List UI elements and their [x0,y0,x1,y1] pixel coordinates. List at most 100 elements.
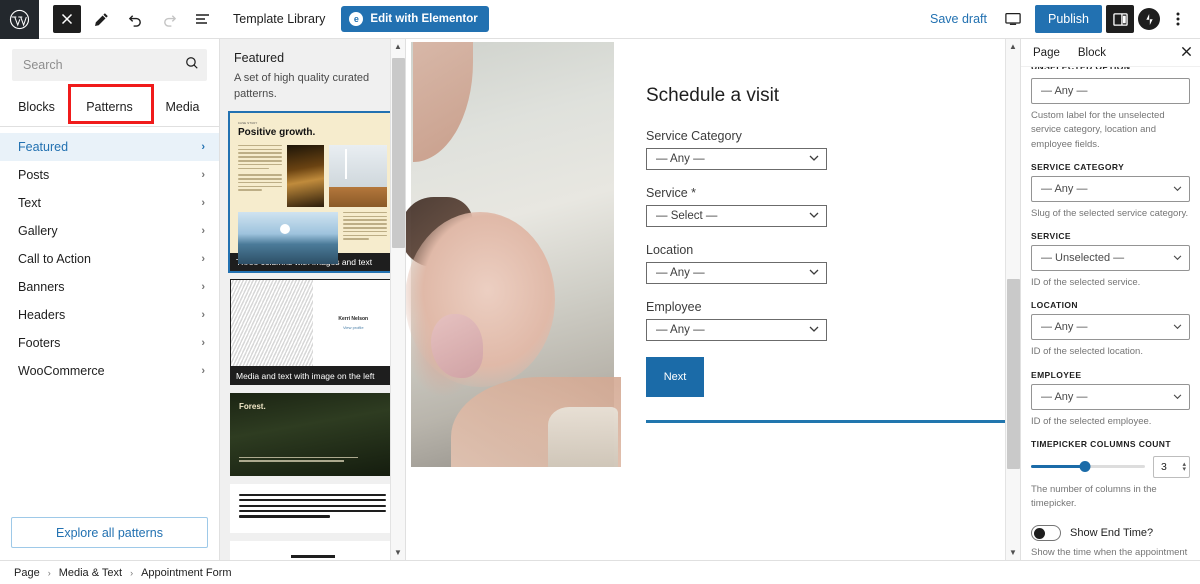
appointment-form-column: Schedule a visit Service Category — Any … [614,39,1014,560]
category-item-headers[interactable]: Headers › [0,301,219,329]
category-item-gallery[interactable]: Gallery › [0,217,219,245]
employee-label: EMPLOYEE [1031,369,1082,380]
show-end-time-label: Show End Time? [1070,527,1154,540]
next-button[interactable]: Next [646,357,704,397]
select-value: — Any — [656,153,705,165]
inserter-tabs: Blocks Patterns Media [0,84,219,127]
pen-edit-icon[interactable] [87,5,115,33]
category-label: Gallery [18,224,58,238]
pattern-category-title: Featured [234,51,285,65]
service-category-select[interactable]: — Any — [646,148,827,170]
pattern-thumbnail: CASE STUDY Positive growth. [230,112,395,264]
select-value: — Any — [656,324,705,336]
timepicker-columns-slider[interactable] [1031,460,1145,474]
breadcrumb-separator: › [130,567,134,578]
scrollbar-thumb[interactable] [391,58,405,248]
save-draft-button[interactable]: Save draft [922,12,995,26]
category-label: Footers [18,336,61,350]
field-service: Service * — Select — [646,186,1014,227]
category-item-footers[interactable]: Footers › [0,329,219,357]
undo-icon[interactable] [121,5,149,33]
category-item-featured[interactable]: Featured › [0,133,219,161]
search-icon[interactable] [185,56,199,75]
timepicker-columns-stepper[interactable]: 3 ▴ ▾ [1153,455,1190,478]
employee-select[interactable]: — Any — [646,319,827,341]
media-column[interactable] [406,39,621,560]
chevron-down-icon [1173,391,1182,403]
tab-blocks[interactable]: Blocks [0,89,73,126]
category-label: Banners [18,280,65,294]
search-input[interactable] [23,58,185,72]
category-item-banners[interactable]: Banners › [0,273,219,301]
show-end-time-toggle[interactable] [1031,525,1061,542]
category-label: WooCommerce [18,364,105,378]
template-library-button[interactable]: Template Library [233,12,325,26]
more-options-icon[interactable] [1164,5,1192,33]
scrollbar-track[interactable] [1006,54,1021,545]
pattern-card-studio-text[interactable] [230,483,395,533]
list-view-icon[interactable] [189,5,217,33]
canvas-scrollbar[interactable]: ▲ ▼ [1005,39,1020,560]
explore-all-patterns-button[interactable]: Explore all patterns [11,517,208,548]
service-category-select[interactable]: — Any — [1031,175,1190,202]
tab-patterns[interactable]: Patterns [73,89,146,126]
required-marker: * [691,186,697,200]
treatment-photo[interactable] [406,42,621,467]
editor-body: Blocks Patterns Media Featured › Posts ›… [0,39,1200,560]
jetpack-icon[interactable] [1138,8,1160,30]
show-end-time-control[interactable]: Show End Time? [1031,525,1190,542]
breadcrumb-item-media-text[interactable]: Media & Text [59,567,122,579]
category-label: Headers [18,308,66,322]
form-heading[interactable]: Schedule a visit [646,85,1014,107]
breadcrumb-item-appointment-form[interactable]: Appointment Form [141,567,231,579]
pattern-pattern-image [231,279,313,366]
chevron-right-icon: › [201,141,205,153]
employee-select[interactable]: — Any — [1031,383,1190,410]
pattern-category-list: Featured › Posts › Text › Gallery › Call… [0,127,219,507]
service-select[interactable]: — Select — [646,205,827,227]
spinner-arrows-icon[interactable]: ▴ ▾ [1182,461,1186,473]
publish-button[interactable]: Publish [1035,5,1102,33]
location-select[interactable]: — Any — [646,262,827,284]
tab-media[interactable]: Media [146,89,219,126]
scrollbar-thumb[interactable] [1006,279,1020,469]
scrollbar-track[interactable] [391,54,406,545]
photo-towel [548,407,618,467]
chevron-up-icon[interactable]: ▲ [391,39,406,54]
preview-monitor-icon[interactable] [999,5,1027,33]
pattern-panel-scrollbar[interactable]: ▲ ▼ [390,39,405,560]
close-icon[interactable] [53,5,81,33]
category-item-call-to-action[interactable]: Call to Action › [0,245,219,273]
service-select[interactable]: — Unselected — [1031,245,1190,271]
chevron-down-icon [1173,321,1182,333]
pattern-card-forest[interactable]: Forest. [230,392,395,476]
close-icon[interactable] [1181,45,1192,60]
pattern-card-author[interactable] [230,540,395,560]
chevron-up-icon[interactable]: ▲ [1006,39,1021,54]
wordpress-logo-icon[interactable] [0,0,39,39]
editor-canvas: Schedule a visit Service Category — Any … [406,39,1014,560]
select-value: — Any — [1041,390,1088,403]
chevron-down-icon[interactable]: ▼ [391,545,406,560]
tab-page[interactable]: Page [1033,47,1060,59]
chevron-down-icon [809,153,819,165]
edit-with-elementor-button[interactable]: e Edit with Elementor [341,6,489,32]
slider-knob[interactable] [1079,461,1091,473]
category-item-text[interactable]: Text › [0,189,219,217]
settings-sidebar-icon[interactable] [1106,5,1134,33]
chevron-down-icon[interactable]: ▼ [1006,545,1021,560]
location-help: ID of the selected location. [1031,346,1143,358]
slider-fill [1031,465,1085,469]
category-item-posts[interactable]: Posts › [0,161,219,189]
pattern-card-media-text[interactable]: Kerri Nelson View profile Media and text… [230,278,395,385]
unselected-option-input[interactable]: — Any — [1031,78,1190,104]
redo-icon[interactable] [155,5,183,33]
field-location: Location — Any — [646,243,1014,284]
category-item-woocommerce[interactable]: WooCommerce › [0,357,219,385]
breadcrumb-item-page[interactable]: Page [14,567,40,579]
location-select[interactable]: — Any — [1031,314,1190,341]
tab-block[interactable]: Block [1078,47,1106,59]
search-box[interactable] [12,49,207,81]
pattern-category-subtitle: A set of high quality curated patterns. [234,72,370,100]
pattern-card-positive-growth[interactable]: CASE STUDY Positive growth. and text [228,110,397,273]
